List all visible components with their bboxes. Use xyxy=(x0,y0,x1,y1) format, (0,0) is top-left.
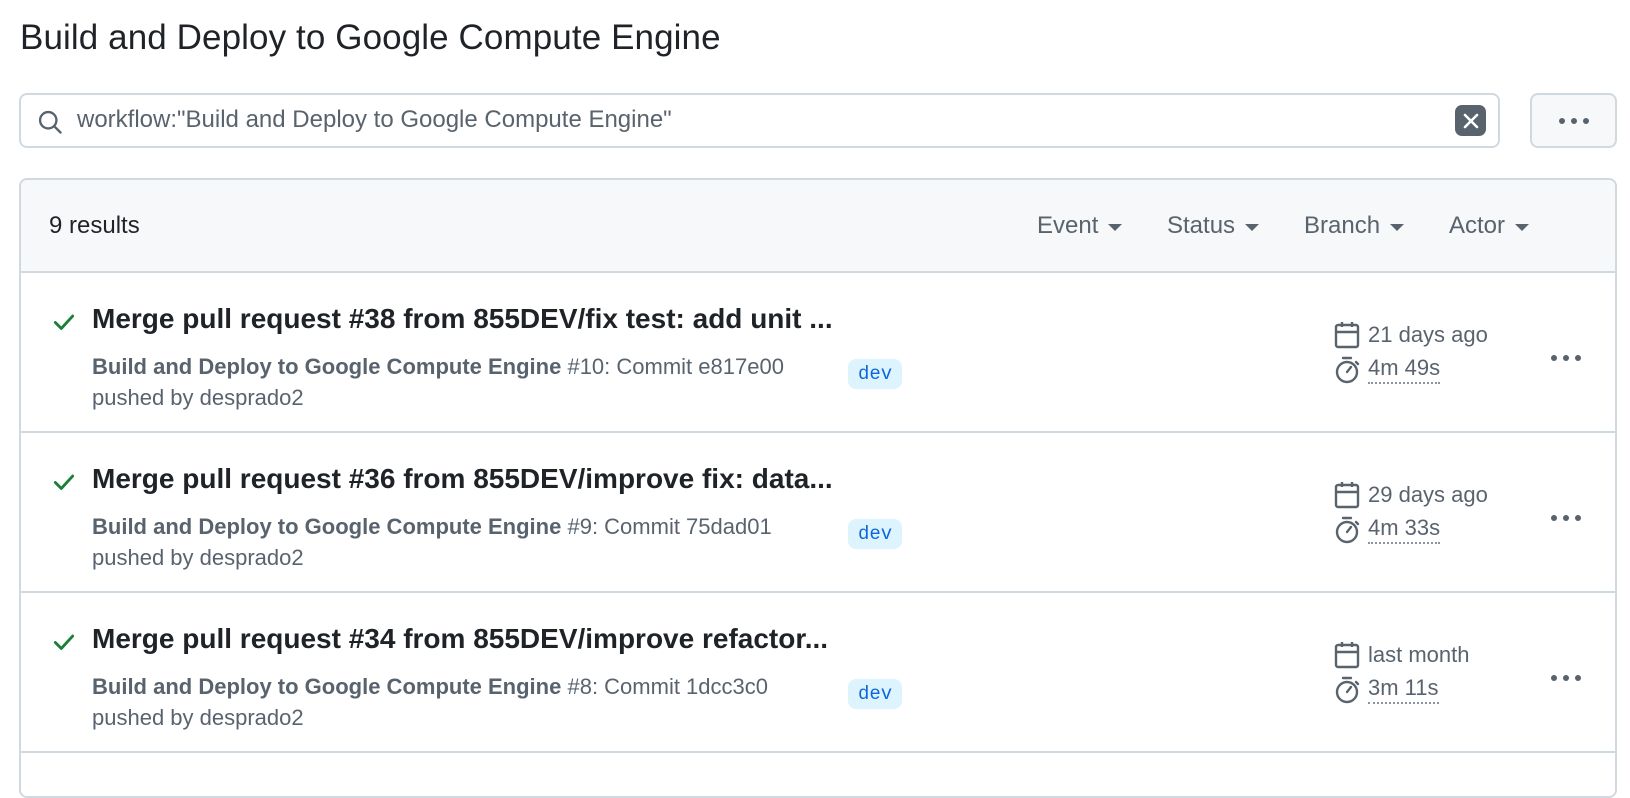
close-icon xyxy=(1463,113,1478,128)
run-duration-text[interactable]: 4m 49s xyxy=(1368,355,1441,384)
branch-filter[interactable]: Branch xyxy=(1304,212,1405,240)
kebab-horizontal-icon xyxy=(1558,117,1589,124)
run-date-text: 29 days ago xyxy=(1368,482,1488,507)
workflow-run-row: Merge pull request #38 from 855DEV/fix t… xyxy=(21,273,1615,433)
search-icon xyxy=(38,110,62,134)
run-date: last month xyxy=(1334,641,1470,669)
run-title-link[interactable]: Merge pull request #38 from 855DEV/fix t… xyxy=(92,303,833,335)
run-duration: 3m 11s xyxy=(1334,675,1439,704)
run-duration-text[interactable]: 4m 33s xyxy=(1368,515,1441,544)
check-icon xyxy=(53,314,75,330)
run-meta: Build and Deploy to Google Compute Engin… xyxy=(92,351,822,413)
run-date: 21 days ago xyxy=(1334,321,1488,349)
stopwatch-icon xyxy=(1335,676,1360,703)
check-icon xyxy=(53,474,75,490)
branch-badge[interactable]: dev xyxy=(848,519,903,549)
run-number: #9 xyxy=(567,514,592,539)
triangle-down-icon xyxy=(1515,224,1530,231)
run-date-text: last month xyxy=(1368,642,1470,667)
run-more-options-icon[interactable] xyxy=(1546,348,1586,368)
workflow-runs-list: 9 results Event Status Branch Actor Merg… xyxy=(19,178,1617,798)
branch-badge[interactable]: dev xyxy=(848,359,903,389)
search-bar[interactable] xyxy=(19,93,1500,148)
workflow-run-row: Merge pull request #36 from 855DEV/impro… xyxy=(21,433,1615,593)
run-date-text: 21 days ago xyxy=(1368,322,1488,347)
actor-filter-label: Actor xyxy=(1449,212,1506,239)
check-icon xyxy=(53,634,75,650)
results-count: 9 results xyxy=(49,212,140,239)
status-filter-label: Status xyxy=(1167,212,1236,239)
status-filter[interactable]: Status xyxy=(1167,212,1260,240)
triangle-down-icon xyxy=(1108,224,1123,231)
event-filter[interactable]: Event xyxy=(1037,212,1123,240)
workflow-name: Build and Deploy to Google Compute Engin… xyxy=(92,674,562,699)
run-duration: 4m 33s xyxy=(1334,515,1441,544)
results-header: 9 results Event Status Branch Actor xyxy=(21,180,1615,273)
run-meta: Build and Deploy to Google Compute Engin… xyxy=(92,671,822,733)
workflow-name: Build and Deploy to Google Compute Engin… xyxy=(92,514,562,539)
more-options-button[interactable] xyxy=(1530,93,1617,148)
run-duration-text[interactable]: 3m 11s xyxy=(1368,675,1439,704)
workflow-run-row: Merge pull request #34 from 855DEV/impro… xyxy=(21,593,1615,753)
calendar-icon xyxy=(1334,322,1360,349)
triangle-down-icon xyxy=(1245,224,1260,231)
branch-filter-label: Branch xyxy=(1304,212,1381,239)
run-number: #10 xyxy=(567,354,605,379)
run-duration: 4m 49s xyxy=(1334,355,1441,384)
run-date: 29 days ago xyxy=(1334,481,1488,509)
run-meta: Build and Deploy to Google Compute Engin… xyxy=(92,511,822,573)
calendar-icon xyxy=(1334,642,1360,669)
run-title-link[interactable]: Merge pull request #34 from 855DEV/impro… xyxy=(92,623,828,655)
calendar-icon xyxy=(1334,482,1360,509)
run-title-link[interactable]: Merge pull request #36 from 855DEV/impro… xyxy=(92,463,833,495)
stopwatch-icon xyxy=(1335,516,1360,543)
triangle-down-icon xyxy=(1390,224,1405,231)
run-number: #8 xyxy=(567,674,592,699)
stopwatch-icon xyxy=(1335,356,1360,383)
clear-search-button[interactable] xyxy=(1455,105,1486,136)
branch-badge[interactable]: dev xyxy=(848,679,903,709)
run-more-options-icon[interactable] xyxy=(1546,508,1586,528)
event-filter-label: Event xyxy=(1037,212,1099,239)
page-title: Build and Deploy to Google Compute Engin… xyxy=(20,18,721,57)
run-more-options-icon[interactable] xyxy=(1546,668,1586,688)
actor-filter[interactable]: Actor xyxy=(1449,212,1530,240)
search-input[interactable] xyxy=(77,101,1438,139)
workflow-name: Build and Deploy to Google Compute Engin… xyxy=(92,354,562,379)
